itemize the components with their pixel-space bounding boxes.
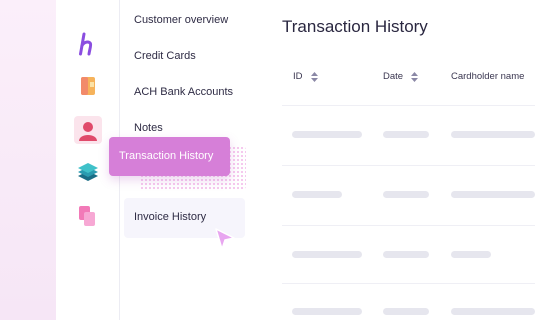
- layers-icon[interactable]: [76, 160, 100, 184]
- skeleton-cell: [383, 131, 429, 138]
- column-header-date-label: Date: [383, 71, 404, 82]
- nav-item-credit-cards[interactable]: Credit Cards: [134, 50, 196, 62]
- skeleton-cell: [451, 251, 491, 258]
- skeleton-cell: [292, 308, 362, 315]
- column-header-id-label: ID: [293, 71, 303, 82]
- row-divider: [282, 225, 535, 226]
- column-header-date[interactable]: Date: [383, 71, 419, 82]
- page-title: Transaction History: [282, 17, 428, 36]
- skeleton-cell: [383, 191, 429, 198]
- skeleton-cell: [292, 191, 342, 198]
- skeleton-cell: [383, 251, 429, 258]
- column-header-id[interactable]: ID: [293, 71, 318, 82]
- row-divider: [282, 165, 535, 166]
- nav-item-customer-overview[interactable]: Customer overview: [134, 14, 228, 26]
- skeleton-cell: [451, 191, 535, 198]
- row-divider: [282, 283, 535, 284]
- cursor-pointer-icon: [215, 228, 235, 250]
- brand-logo-icon[interactable]: [76, 32, 100, 56]
- skeleton-cell: [383, 308, 429, 315]
- left-gradient-panel: [0, 0, 56, 320]
- skeleton-cell: [292, 131, 362, 138]
- skeleton-cell: [451, 308, 535, 315]
- row-divider: [282, 105, 535, 106]
- dragging-nav-item-transaction-history[interactable]: Transaction History: [109, 137, 230, 176]
- skeleton-cell: [451, 131, 535, 138]
- column-header-cardholder-name-label: Cardholder name: [451, 71, 525, 82]
- copy-icon[interactable]: [76, 204, 100, 228]
- document-icon[interactable]: [76, 74, 100, 98]
- sort-icon[interactable]: [411, 71, 419, 82]
- nav-item-ach-bank-accounts[interactable]: ACH Bank Accounts: [134, 86, 233, 98]
- nav-item-invoice-history-label: Invoice History: [134, 211, 207, 223]
- user-icon[interactable]: [74, 116, 102, 144]
- nav-item-notes[interactable]: Notes: [134, 122, 163, 134]
- sort-icon[interactable]: [310, 71, 318, 82]
- skeleton-cell: [292, 251, 362, 258]
- column-header-cardholder-name[interactable]: Cardholder name: [451, 71, 524, 82]
- dragging-nav-item-label: Transaction History: [119, 150, 214, 162]
- rail-dots-icon: [78, 0, 98, 4]
- main-content: Transaction History ID Date Cardholder n…: [250, 0, 535, 320]
